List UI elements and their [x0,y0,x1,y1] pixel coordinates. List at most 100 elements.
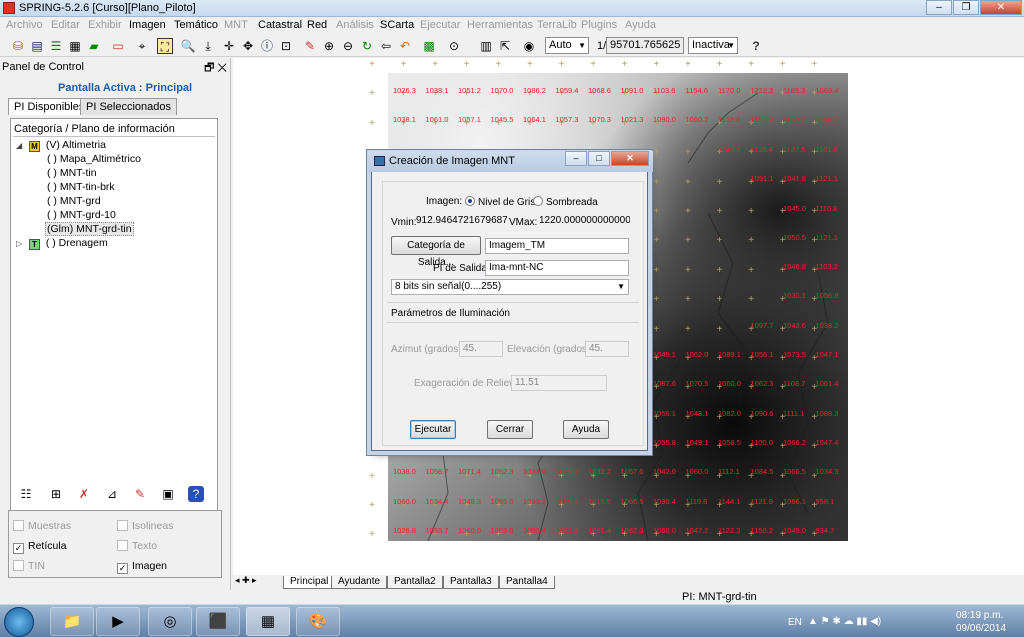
elevacion-field[interactable]: 45. [585,341,629,357]
checkbox-box[interactable]: ✓ [13,543,24,554]
explorer-icon[interactable]: 📁 [50,607,94,636]
dialog-close-button[interactable]: ✕ [611,151,649,166]
zoom-select-icon[interactable]: ⊙ [446,38,462,54]
pointer-icon[interactable]: ⌖ [134,38,150,54]
menu-editar[interactable]: Editar [51,19,80,31]
legend-icon[interactable]: ▣ [160,486,176,502]
table-icon[interactable]: ⊞ [48,486,64,502]
radio-nivel-gris[interactable]: Nivel de Gris [465,196,535,208]
restore-button[interactable]: ❐ [953,0,979,15]
pdf-icon[interactable]: ⬛ [196,607,240,636]
bits-select[interactable]: 8 bits sin señal(0....255) ▼ [391,279,629,295]
ayuda-button[interactable]: Ayuda [563,420,609,439]
tree-item-mapa-altimetrico[interactable]: ( ) Mapa_Altimétrico [47,153,141,165]
eye-icon[interactable]: ◉ [521,38,537,54]
chk-imagen[interactable]: ✓ Imagen [117,560,167,574]
tree-item-mnt-grd[interactable]: ( ) MNT-grd [47,195,101,207]
undo-icon[interactable]: ↶ [397,38,413,54]
menu-tematico[interactable]: Temático [174,19,218,31]
list-icon[interactable]: ☷ [18,486,34,502]
tab-pantalla4[interactable]: Pantalla4 [499,576,555,589]
menu-imagen[interactable]: Imagen [129,19,166,31]
chk-reticula[interactable]: ✓ Retícula [13,540,67,554]
back-icon[interactable]: ⇦ [378,38,394,54]
zoom-area-icon[interactable]: ⊡ [278,38,294,54]
pencil-icon[interactable]: ✎ [132,486,148,502]
tray-icons[interactable]: ▲ ⚑ ✱ ☁ ▮▮ ◀) [808,616,881,627]
help-icon[interactable]: ? [188,486,204,502]
start-button[interactable] [4,607,34,637]
menu-plugins[interactable]: Plugins [581,19,617,31]
zoom-out-icon[interactable]: ⊖ [340,38,356,54]
paint-icon[interactable]: 🎨 [296,607,340,636]
zoom-in-icon[interactable]: ⊕ [321,38,337,54]
cerrar-button[interactable]: Cerrar [487,420,533,439]
pan-icon[interactable]: ↻ [359,38,375,54]
select-icon[interactable]: ⇱ [497,38,513,54]
categoria-salida-button[interactable]: Categoría de Salida... [391,236,481,268]
menu-archivo[interactable]: Archivo [6,19,43,31]
database-icon[interactable]: ⛁ [10,38,26,54]
tab-pi-disponibles[interactable]: PI Disponibles [8,98,91,115]
radio-icon[interactable] [533,196,543,206]
menu-mnt[interactable]: MNT [224,19,248,31]
media-player-icon[interactable]: ▶ [96,607,140,636]
close-button[interactable]: ✕ [980,0,1022,15]
cursor-info-icon[interactable]: ⛶ [157,38,173,54]
dialog-minimize-button[interactable]: – [565,151,587,166]
eraser-icon[interactable]: ▰ [86,38,102,54]
pi-salida-field[interactable]: Ima-mnt-NC [485,260,629,276]
tab-pi-seleccionados[interactable]: PI Seleccionados [80,98,177,115]
menu-exhibir[interactable]: Exhibir [88,19,122,31]
menu-herramientas[interactable]: Herramientas [467,19,533,31]
azimut-field[interactable]: 45. [459,341,503,357]
tree-item-mnt-grd-10[interactable]: ( ) MNT-grd-10 [47,209,116,221]
screen-icon[interactable]: ▭ [110,38,126,54]
exageracion-field[interactable]: 11.51 [511,375,607,391]
ruler-icon[interactable]: ▥ [478,38,494,54]
crosshair-icon[interactable]: ✛ [221,38,237,54]
tree-item-mnt-tin[interactable]: ( ) MNT-tin [47,167,97,179]
chk-muestras[interactable]: Muestras [13,520,71,532]
tools-icon[interactable]: ✗ [76,486,92,502]
spring-app-icon[interactable]: ▦ [246,607,290,636]
info-icon[interactable]: ⓘ [259,38,275,54]
grid-icon[interactable]: ▦ [67,38,83,54]
project-icon[interactable]: ▤ [29,38,45,54]
state-select[interactable]: Inactiva ▼ [688,37,738,54]
checkbox-box[interactable] [13,560,24,571]
vmin-field[interactable]: 912.9464721679687500 [413,214,507,230]
crop-icon[interactable]: ⤓ [200,38,216,54]
tree-category-drenagem[interactable]: ▷ T ( ) Drenagem [16,237,108,250]
menu-ayuda[interactable]: Ayuda [625,19,656,31]
scale-input[interactable]: 95701.765625 [606,37,684,54]
draw-icon[interactable]: ✎ [302,38,318,54]
tab-ayudante[interactable]: Ayudante [331,576,388,589]
chk-texto[interactable]: Texto [117,540,157,552]
menu-analisis[interactable]: Análisis [336,19,374,31]
tab-pantalla2[interactable]: Pantalla2 [387,576,443,589]
language-indicator[interactable]: EN [788,617,802,628]
menu-red[interactable]: Red [307,19,327,31]
tree-item-mnt-grd-tin[interactable]: (Glm) MNT-grd-tin [45,222,134,236]
expanded-arrow-icon[interactable]: ◢ [16,141,26,150]
panel-header-buttons[interactable]: 🗗 ✕ [204,59,227,78]
checkbox-box[interactable]: ✓ [117,563,128,574]
zoom-icon[interactable]: 🔍 [180,38,196,54]
checkbox-box[interactable] [117,520,128,531]
layers-icon[interactable]: ☰ [48,38,64,54]
menu-terralib[interactable]: TerraLib [537,19,577,31]
checkbox-box[interactable] [117,540,128,551]
categoria-field[interactable]: Imagem_TM [485,238,629,254]
color-icon[interactable]: ▩ [421,38,437,54]
menu-catastral[interactable]: Catastral [258,19,302,31]
zoom-mode-select[interactable]: Auto ▼ [545,37,589,54]
chk-isolineas[interactable]: Isolineas [117,520,173,532]
radio-sombreada[interactable]: Sombreada [533,196,598,208]
menu-ejecutar[interactable]: Ejecutar [420,19,460,31]
menu-scarta[interactable]: SCarta [380,19,414,31]
chrome-icon[interactable]: ◎ [148,607,192,636]
ejecutar-button[interactable]: Ejecutar [410,420,456,439]
tab-nav-arrows[interactable]: ◂ ✚ ▸ [235,575,257,586]
tab-principal[interactable]: Principal [283,576,336,589]
